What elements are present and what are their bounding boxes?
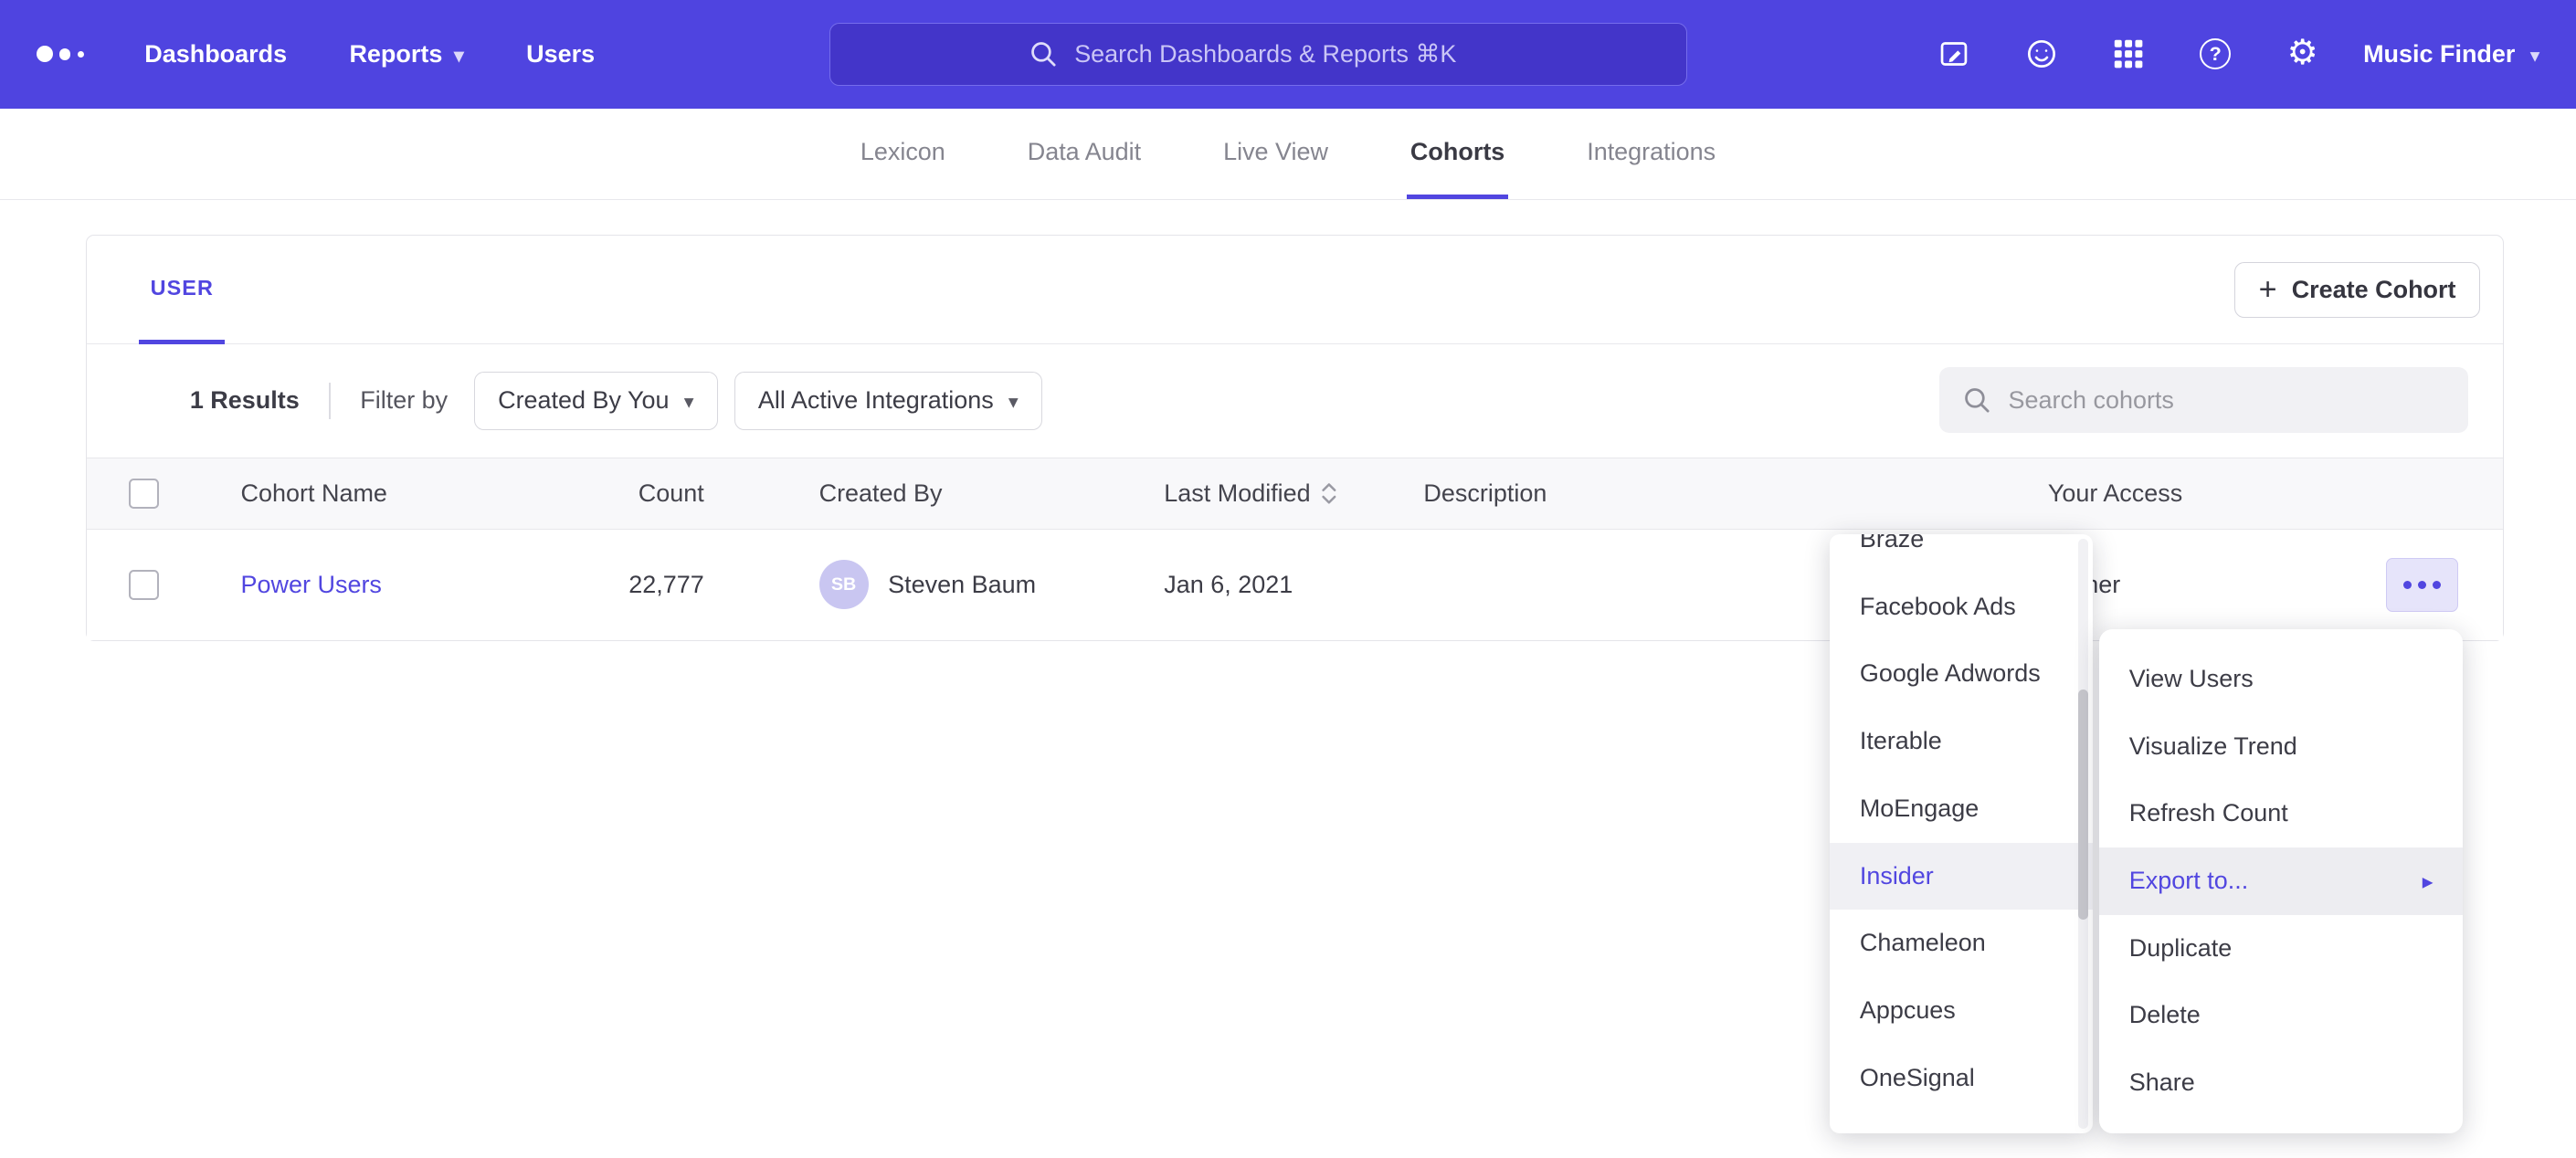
menu-item-view-users-label: View Users — [2129, 646, 2254, 713]
table-header-row: Cohort Name Count Created By Last Modifi… — [87, 458, 2503, 530]
header-checkbox-cell — [87, 479, 198, 508]
create-cohort-button[interactable]: Create Cohort — [2234, 262, 2479, 318]
tab-user-cohorts[interactable]: USER — [139, 236, 225, 344]
chevron-down-icon — [684, 386, 694, 415]
row-checkbox[interactable] — [129, 570, 158, 599]
submenu-item-moengage[interactable]: MoEngage — [1830, 775, 2093, 843]
column-header-your-access[interactable]: Your Access — [2048, 479, 2503, 508]
cohort-count-cell: 22,777 — [579, 571, 704, 599]
menu-item-visualize-trend[interactable]: Visualize Trend — [2099, 713, 2462, 781]
menu-item-duplicate[interactable]: Duplicate — [2099, 915, 2462, 983]
row-context-menu: View Users Visualize Trend Refresh Count… — [2099, 629, 2462, 1133]
search-icon — [1029, 39, 1058, 68]
cohort-name-cell: Power Users — [198, 571, 579, 599]
last-modified-cell: Jan 6, 2021 — [1164, 571, 1423, 599]
menu-item-duplicate-label: Duplicate — [2129, 915, 2232, 983]
chevron-down-icon — [1008, 386, 1019, 415]
global-search-input[interactable] — [1074, 40, 1488, 68]
search-icon — [1962, 385, 1991, 415]
filter-created-by[interactable]: Created By You — [474, 372, 718, 431]
nav-dashboards[interactable]: Dashboards — [144, 40, 287, 68]
nav-reports[interactable]: Reports — [349, 40, 463, 68]
results-count: 1 Results — [190, 386, 300, 415]
filter-active-integrations-label: All Active Integrations — [758, 386, 994, 415]
submenu-item-facebook-ads[interactable]: Facebook Ads — [1830, 574, 2093, 641]
nav-users-label: Users — [526, 40, 595, 68]
menu-item-refresh-count[interactable]: Refresh Count — [2099, 780, 2462, 847]
submenu-item-chameleon[interactable]: Chameleon — [1830, 910, 2093, 977]
submenu-item-braze[interactable]: Braze — [1830, 534, 2093, 574]
filter-toolbar: 1 Results Filter by Created By You All A… — [87, 344, 2503, 458]
row-checkbox-cell — [87, 570, 198, 599]
cohorts-panel-header: USER Create Cohort — [87, 236, 2503, 344]
row-actions-ellipsis-button[interactable] — [2386, 558, 2458, 612]
submenu-item-iterable[interactable]: Iterable — [1830, 708, 2093, 775]
created-by-cell: SB Steven Baum — [704, 560, 1165, 609]
filter-created-by-label: Created By You — [498, 386, 669, 415]
menu-item-share-label: Share — [2129, 1049, 2195, 1117]
column-header-cohort-name[interactable]: Cohort Name — [198, 479, 579, 508]
workspace-name: Music Finder — [2363, 40, 2515, 68]
cohort-search-input[interactable] — [2009, 386, 2445, 415]
cohorts-panel: USER Create Cohort 1 Results Filter by C… — [86, 235, 2504, 640]
feedback-compose-icon[interactable] — [1937, 37, 1970, 70]
settings-gear-icon[interactable] — [2286, 37, 2319, 70]
select-all-checkbox[interactable] — [129, 479, 158, 508]
tab-live-view[interactable]: Live View — [1219, 109, 1331, 200]
column-header-last-modified[interactable]: Last Modified — [1164, 479, 1423, 508]
create-cohort-label: Create Cohort — [2292, 276, 2456, 304]
filter-active-integrations[interactable]: All Active Integrations — [734, 372, 1042, 431]
submenu-scrollbar-thumb[interactable] — [2078, 690, 2088, 920]
submenu-item-insider[interactable]: Insider — [1830, 843, 2093, 911]
chevron-down-icon — [454, 40, 464, 68]
submenu-item-onesignal[interactable]: OneSignal — [1830, 1045, 2093, 1112]
avatar: SB — [819, 560, 869, 609]
nav-dashboards-label: Dashboards — [144, 40, 287, 68]
menu-item-delete-label: Delete — [2129, 982, 2201, 1049]
submenu-arrow-icon — [2423, 847, 2433, 915]
menu-item-refresh-count-label: Refresh Count — [2129, 780, 2288, 847]
help-icon[interactable] — [2199, 37, 2232, 70]
divider — [329, 383, 331, 419]
tab-integrations[interactable]: Integrations — [1584, 109, 1719, 200]
plus-icon — [2259, 274, 2277, 306]
column-header-count[interactable]: Count — [579, 479, 704, 508]
tab-lexicon[interactable]: Lexicon — [857, 109, 948, 200]
topbar-actions: Music Finder — [1937, 37, 2539, 70]
column-header-created-by[interactable]: Created By — [704, 479, 1165, 508]
submenu-item-google-adwords[interactable]: Google Adwords — [1830, 640, 2093, 708]
menu-item-share[interactable]: Share — [2099, 1049, 2462, 1117]
global-search-bar[interactable] — [829, 23, 1687, 85]
app-window: Dashboards Reports Users — [0, 0, 2576, 1158]
export-destinations-submenu: Braze Facebook Ads Google Adwords Iterab… — [1830, 534, 2093, 1133]
nav-users[interactable]: Users — [526, 40, 595, 68]
column-header-description[interactable]: Description — [1423, 479, 2047, 508]
menu-item-export-to[interactable]: Export to... — [2099, 847, 2462, 915]
section-tabs: Lexicon Data Audit Live View Cohorts Int… — [0, 109, 2576, 201]
table-row: Power Users 22,777 SB Steven Baum Jan 6,… — [87, 530, 2503, 639]
filter-by-label: Filter by — [360, 386, 448, 415]
apps-grid-icon[interactable] — [2112, 37, 2145, 70]
workspace-switcher[interactable]: Music Finder — [2363, 39, 2539, 69]
menu-item-visualize-trend-label: Visualize Trend — [2129, 713, 2297, 781]
cohort-name-link[interactable]: Power Users — [241, 571, 382, 598]
tab-cohorts[interactable]: Cohorts — [1407, 109, 1508, 200]
nav-reports-label: Reports — [349, 40, 442, 68]
sort-icon[interactable] — [1320, 480, 1338, 507]
menu-item-export-to-label: Export to... — [2129, 847, 2248, 915]
export-destinations-list: Braze Facebook Ads Google Adwords Iterab… — [1830, 534, 2093, 1112]
primary-nav: Dashboards Reports Users — [144, 40, 595, 68]
tab-data-audit[interactable]: Data Audit — [1024, 109, 1145, 200]
cohort-search-bar[interactable] — [1939, 367, 2468, 433]
mixpanel-logo-icon[interactable] — [37, 46, 96, 62]
created-by-name: Steven Baum — [888, 571, 1036, 599]
ellipsis-icon — [2403, 581, 2412, 589]
chevron-down-icon — [2530, 39, 2540, 69]
menu-item-view-users[interactable]: View Users — [2099, 646, 2462, 713]
column-header-last-modified-label: Last Modified — [1164, 479, 1310, 508]
menu-item-delete[interactable]: Delete — [2099, 982, 2462, 1049]
submenu-item-appcues[interactable]: Appcues — [1830, 977, 2093, 1045]
smiley-icon[interactable] — [2025, 37, 2058, 70]
top-navigation-bar: Dashboards Reports Users — [0, 0, 2576, 109]
